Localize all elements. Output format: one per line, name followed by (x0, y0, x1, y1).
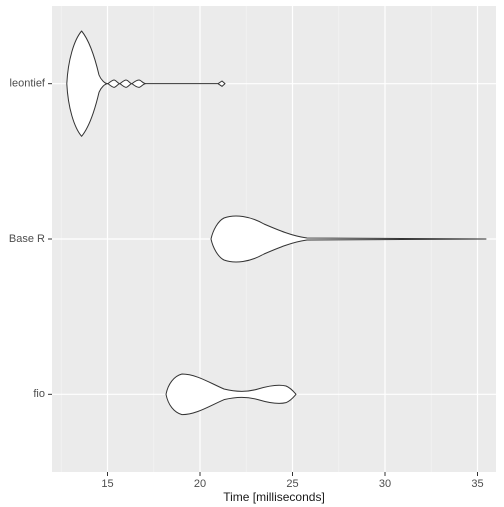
x-tick-label-3: 30 (379, 478, 391, 490)
y-tick-label-fio: fio (33, 388, 45, 400)
y-tick-label-base-r: Base R (9, 233, 45, 245)
x-tick-label-4: 35 (471, 478, 483, 490)
y-tick-label-leontief: leontief (10, 78, 46, 90)
x-axis: 15 20 25 30 35 (101, 472, 483, 490)
x-tick-label-1: 20 (194, 478, 206, 490)
x-tick-label-2: 25 (286, 478, 298, 490)
chart-svg: leontief Base R fio 15 20 25 30 35 Time … (0, 0, 504, 504)
violin-chart: leontief Base R fio 15 20 25 30 35 Time … (0, 0, 504, 504)
y-axis: leontief Base R fio (9, 78, 52, 401)
x-tick-label-0: 15 (101, 478, 113, 490)
x-axis-title: Time [milliseconds] (223, 490, 325, 504)
